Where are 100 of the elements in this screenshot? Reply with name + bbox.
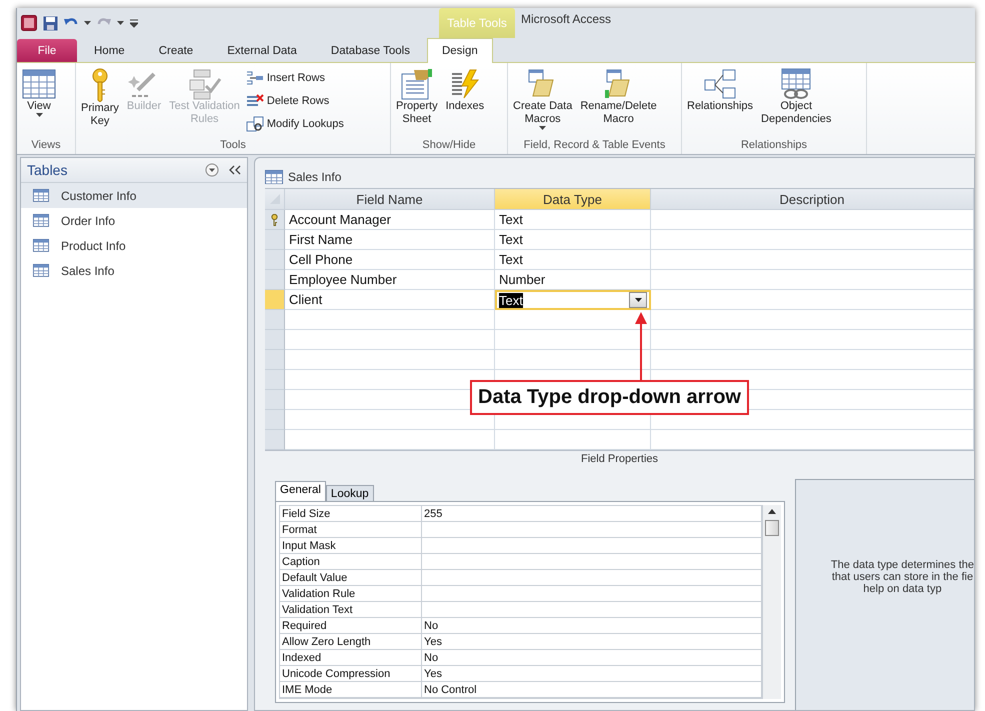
property-value[interactable]: Yes	[422, 634, 762, 650]
table-cell[interactable]: Text	[495, 230, 651, 250]
nav-item[interactable]: Order Info	[21, 208, 247, 233]
column-header: Data Type	[495, 189, 651, 210]
table-cell[interactable]: Account Manager	[285, 210, 495, 230]
nav-item[interactable]: Customer Info	[21, 183, 247, 208]
ribbon-button[interactable]: Relationships	[685, 68, 756, 113]
callout-tooltip: Data Type drop-down arrow	[470, 380, 749, 415]
key-icon	[271, 214, 278, 226]
collapse-icon[interactable]	[229, 165, 241, 175]
property-value[interactable]: 255	[422, 506, 762, 522]
scrollbar[interactable]	[763, 505, 781, 699]
delete-rows-icon	[246, 93, 264, 109]
document-tab[interactable]: Sales Info	[288, 170, 342, 184]
arrow-tooltip	[635, 312, 647, 382]
property-name: Indexed	[280, 650, 422, 666]
property-value[interactable]: No	[422, 618, 762, 634]
lookup-icon	[246, 116, 264, 132]
property-value[interactable]: No Control	[422, 682, 762, 698]
ribbon-button[interactable]: Rename/Delete Macro	[578, 68, 659, 126]
property-value[interactable]	[422, 522, 762, 538]
table-cell[interactable]: Cell Phone	[285, 250, 495, 270]
ribbon-button[interactable]: Property Sheet	[394, 68, 440, 126]
ribbon-button[interactable]: Create Data Macros	[511, 68, 574, 131]
property-name: Format	[280, 522, 422, 538]
group-label: Tools	[219, 139, 247, 153]
save-icon[interactable]	[43, 16, 58, 30]
nav-item[interactable]: Product Info	[21, 233, 247, 258]
table-cell[interactable]	[651, 290, 974, 310]
lightning-icon	[450, 68, 480, 100]
caret-icon	[84, 20, 91, 26]
customize-icon[interactable]	[130, 18, 138, 28]
scroll-up-icon[interactable]	[768, 509, 776, 514]
caret-icon	[36, 113, 42, 118]
row-selector[interactable]	[265, 210, 285, 230]
ribbon-button[interactable]: Primary Key	[79, 68, 121, 128]
property-value[interactable]: No	[422, 650, 762, 666]
ribbon-tab[interactable]: External Data	[210, 39, 314, 62]
select-all-icon[interactable]	[270, 194, 280, 204]
help-text: The data type determines the that users can store in the fie help on data typ	[830, 558, 974, 594]
ribbon-button[interactable]: Modify Lookups	[246, 114, 344, 134]
ribbon-button[interactable]: View	[20, 68, 58, 118]
property-value[interactable]: Yes	[422, 666, 762, 682]
app-icon[interactable]	[21, 15, 37, 31]
dropdown-icon[interactable]	[205, 163, 219, 177]
table-icon	[22, 68, 56, 100]
table-cell[interactable]	[495, 330, 651, 350]
property-value[interactable]	[422, 554, 762, 570]
table-icon	[33, 239, 49, 252]
ribbon-tab[interactable]: Database Tools	[314, 39, 427, 62]
table-cell[interactable]	[651, 250, 974, 270]
insert-rows-icon	[246, 70, 264, 86]
table-cell[interactable]	[285, 310, 495, 330]
nav-item[interactable]: Sales Info	[21, 258, 247, 283]
table-cell[interactable]: First Name	[285, 230, 495, 250]
table-cell[interactable]	[651, 430, 974, 450]
window-title: Microsoft Access	[520, 11, 612, 28]
table-icon	[265, 170, 283, 184]
flowchart-icon	[188, 68, 222, 100]
property-name: Validation Text	[280, 602, 422, 618]
relationships-icon	[703, 68, 738, 100]
table-cell[interactable]	[651, 350, 974, 370]
pane-title: Tables	[27, 162, 68, 178]
ribbon-tab[interactable]: Home	[77, 39, 142, 62]
data-type-dropdown[interactable]: Text	[495, 290, 651, 310]
table-cell[interactable]: Text	[495, 210, 651, 230]
property-name: Input Mask	[280, 538, 422, 554]
table-cell[interactable]	[285, 330, 495, 350]
property-value[interactable]	[422, 570, 762, 586]
table-cell[interactable]	[651, 270, 974, 290]
property-value[interactable]	[422, 602, 762, 618]
ribbon-tab[interactable]: File	[17, 39, 77, 62]
ribbon-button[interactable]: Indexes	[444, 68, 486, 113]
group-label: Relationships	[740, 139, 808, 153]
table-cell[interactable]	[495, 350, 651, 370]
group-label: Views	[30, 139, 62, 153]
table-cell[interactable]	[285, 430, 495, 450]
table-cell[interactable]: Client	[285, 290, 495, 310]
ribbon-button[interactable]: Insert Rows	[246, 68, 344, 88]
contextual-tab-label: Table Tools	[439, 8, 515, 38]
table-cell[interactable]: Text	[495, 250, 651, 270]
property-tab[interactable]: Lookup	[326, 485, 374, 501]
table-cell[interactable]	[651, 210, 974, 230]
table-cell[interactable]: Employee Number	[285, 270, 495, 290]
ribbon-button[interactable]: Delete Rows	[246, 91, 344, 111]
property-name: Validation Rule	[280, 586, 422, 602]
scroll-thumb[interactable]	[765, 520, 779, 536]
table-cell[interactable]: Number	[495, 270, 651, 290]
table-cell[interactable]	[495, 430, 651, 450]
property-name: Field Size	[280, 506, 422, 522]
ribbon-tab[interactable]: Design	[426, 38, 493, 63]
property-value[interactable]	[422, 586, 762, 602]
ribbon-tab[interactable]: Create	[142, 39, 210, 62]
table-cell[interactable]	[651, 310, 974, 330]
ribbon-button[interactable]: Object Dependencies	[759, 68, 834, 126]
property-tab[interactable]: General	[275, 481, 326, 501]
table-cell[interactable]	[285, 350, 495, 370]
table-cell[interactable]	[651, 230, 974, 250]
table-cell[interactable]	[651, 330, 974, 350]
property-value[interactable]	[422, 538, 762, 554]
